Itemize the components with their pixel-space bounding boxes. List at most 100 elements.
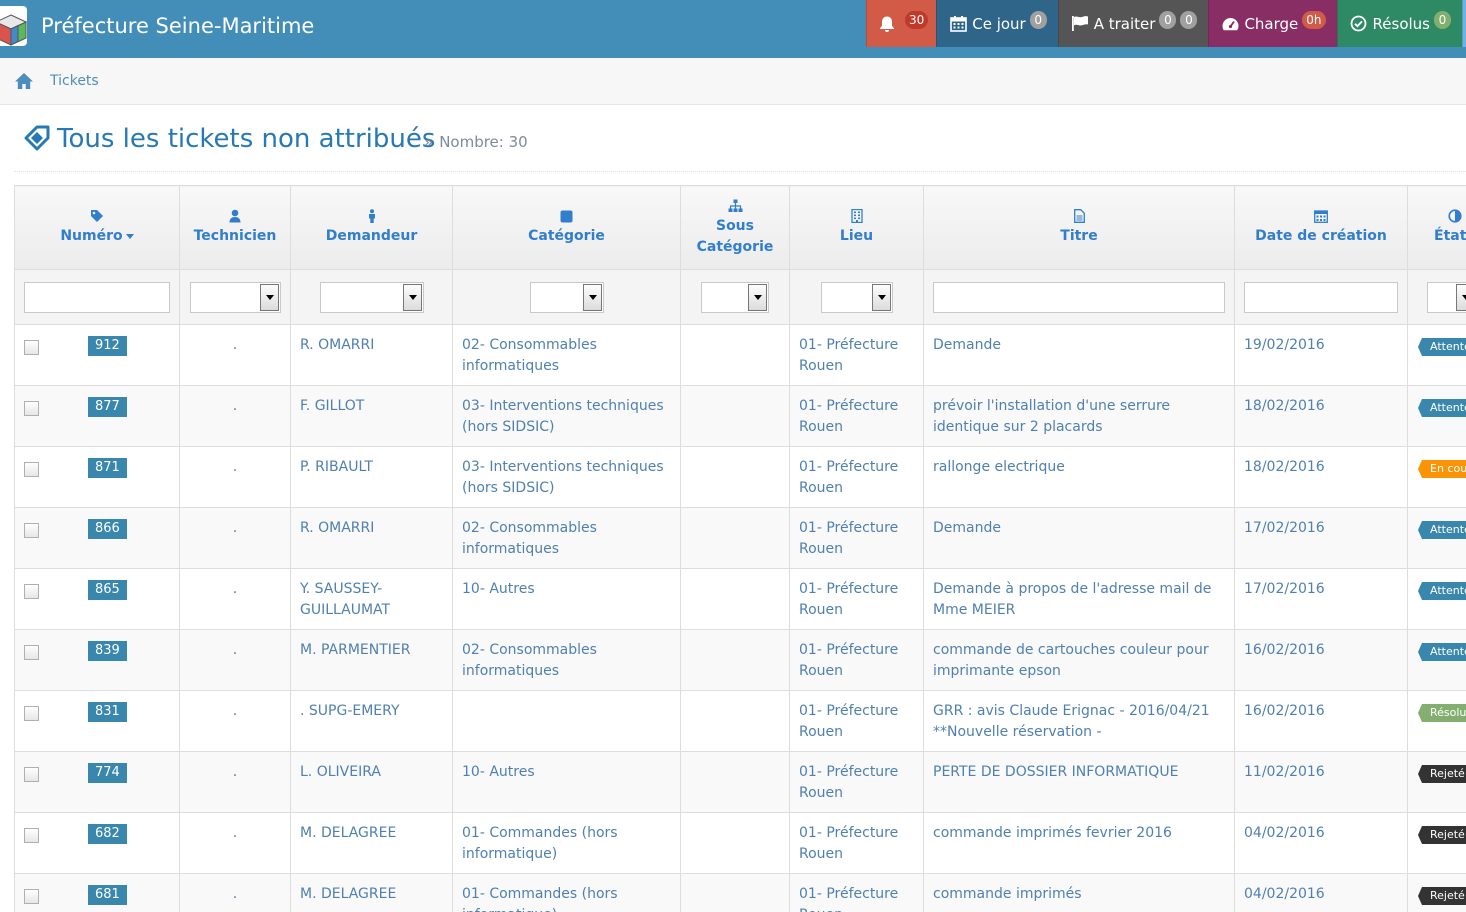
cell-demandeur[interactable]: Y. SAUSSEY-GUILLAUMAT — [290, 568, 453, 630]
cell-categorie[interactable]: 02- Consommables informatiques — [452, 629, 681, 691]
cell-demandeur[interactable]: . SUPG-EMERY — [290, 690, 453, 752]
cell-categorie[interactable]: 02- Consommables informatiques — [452, 507, 681, 569]
ticket-number-badge[interactable]: 682 — [88, 824, 127, 844]
cell-demandeur[interactable]: R. OMARRI — [290, 507, 453, 569]
cell-lieu[interactable]: 01- Préfecture Rouen — [789, 507, 924, 569]
cell-demandeur[interactable]: P. RIBAULT — [290, 446, 453, 508]
breadcrumb-tickets-link[interactable]: Tickets — [50, 71, 99, 91]
table-row[interactable]: 865. Y. SAUSSEY-GUILLAUMAT 10- Autres 01- P… — [14, 568, 1466, 630]
ticket-number-badge[interactable]: 877 — [88, 397, 127, 417]
cell-categorie[interactable]: 01- Commandes (hors informatique) — [452, 873, 681, 912]
cell-demandeur[interactable]: M. DELAGREE — [290, 812, 453, 874]
row-select-checkbox[interactable] — [24, 645, 39, 660]
cell-lieu[interactable]: 01- Préfecture Rouen — [789, 690, 924, 752]
cell-categorie[interactable]: 01- Commandes (hors informatique) — [452, 812, 681, 874]
cell-titre[interactable]: commande imprimés fevrier 2016 — [923, 812, 1235, 874]
cell-lieu[interactable]: 01- Préfecture Rouen — [789, 629, 924, 691]
ticket-number-badge[interactable]: 681 — [88, 885, 127, 905]
bell-icon — [877, 14, 897, 34]
ticket-number-badge[interactable]: 871 — [88, 458, 127, 478]
row-select-checkbox[interactable] — [24, 401, 39, 416]
table-row[interactable]: 682. M. DELAGREE 01- Commandes (hors infor… — [14, 812, 1466, 874]
column-label: Lieu — [839, 228, 874, 244]
categorie-filter-select[interactable] — [529, 281, 604, 313]
column-header-sous-categorie[interactable]: Sous Catégorie — [680, 185, 790, 270]
cell-lieu[interactable]: 01- Préfecture Rouen — [789, 324, 924, 386]
column-header-titre[interactable]: Titre — [923, 185, 1235, 270]
cell-lieu[interactable]: 01- Préfecture Rouen — [789, 446, 924, 508]
todo-button[interactable]: A traiter 0 0 — [1057, 0, 1209, 47]
numero-filter-input[interactable] — [24, 281, 170, 313]
app-title[interactable]: Préfecture Seine-Maritime — [41, 12, 314, 40]
cell-lieu[interactable]: 01- Préfecture Rouen — [789, 568, 924, 630]
app-logo-cube-icon[interactable] — [0, 6, 27, 46]
cell-demandeur[interactable]: M. PARMENTIER — [290, 629, 453, 691]
table-row[interactable]: 912. R. OMARRI 02- Consommables informatiq… — [14, 324, 1466, 386]
cell-categorie[interactable]: 03- Interventions techniques (hors SIDSI… — [452, 446, 681, 508]
column-header-date[interactable]: Date de création — [1234, 185, 1408, 270]
cell-demandeur[interactable]: L. OLIVEIRA — [290, 751, 453, 813]
row-select-checkbox[interactable] — [24, 584, 39, 599]
cell-categorie[interactable] — [452, 690, 681, 752]
ticket-number-badge[interactable]: 866 — [88, 519, 127, 539]
table-row[interactable]: 681.M. DELAGREE01- Commandes (hors infor… — [14, 873, 1466, 912]
row-select-checkbox[interactable] — [24, 462, 39, 477]
cell-demandeur[interactable]: R. OMARRI — [290, 324, 453, 386]
row-select-checkbox[interactable] — [24, 889, 39, 904]
cell-lieu[interactable]: 01- Préfecture Rouen — [789, 385, 924, 447]
ticket-number-badge[interactable]: 865 — [88, 580, 127, 600]
load-button[interactable]: Charge 0h — [1208, 0, 1337, 47]
column-header-categorie[interactable]: Catégorie — [452, 185, 681, 270]
home-icon[interactable] — [14, 72, 34, 94]
column-header-etat[interactable]: État — [1407, 185, 1466, 270]
cell-categorie[interactable]: 02- Consommables informatiques — [452, 324, 681, 386]
lieu-filter-select[interactable] — [820, 281, 893, 313]
cell-lieu[interactable]: 01- Préfecture Rouen — [789, 812, 924, 874]
cell-lieu[interactable]: 01- Préfecture Rouen — [789, 873, 924, 912]
ticket-number-badge[interactable]: 774 — [88, 763, 127, 783]
cell-titre[interactable]: commande de cartouches couleur pour impr… — [923, 629, 1235, 691]
cell-titre[interactable]: Demande — [923, 324, 1235, 386]
table-row[interactable]: 871. P. RIBAULT 03- Interventions techniqu… — [14, 446, 1466, 508]
cell-titre[interactable]: commande imprimés — [923, 873, 1235, 912]
demandeur-filter-select[interactable] — [319, 281, 424, 313]
cell-titre[interactable]: GRR : avis Claude Erignac - 2016/04/21 *… — [923, 690, 1235, 752]
row-select-checkbox[interactable] — [24, 523, 39, 538]
notifications-button[interactable]: 30 — [865, 0, 937, 47]
cell-titre[interactable]: PERTE DE DOSSIER INFORMATIQUE — [923, 751, 1235, 813]
table-row[interactable]: 774. L. OLIVEIRA 10- Autres 01- Préfecture … — [14, 751, 1466, 813]
column-header-demandeur[interactable]: Demandeur — [290, 185, 453, 270]
column-header-technicien[interactable]: Technicien — [179, 185, 291, 270]
resolved-button[interactable]: Résolus 0 — [1336, 0, 1462, 47]
ticket-number-badge[interactable]: 839 — [88, 641, 127, 661]
today-button[interactable]: Ce jour 0 — [936, 0, 1058, 47]
cell-lieu[interactable]: 01- Préfecture Rouen — [789, 751, 924, 813]
cell-categorie[interactable]: 03- Interventions techniques (hors SIDSI… — [452, 385, 681, 447]
table-row[interactable]: 831.. SUPG-EMERY 01- Préfecture Rouen GRR … — [14, 690, 1466, 752]
sous-categorie-filter-select[interactable] — [701, 281, 769, 313]
column-header-lieu[interactable]: Lieu — [789, 185, 924, 270]
cell-demandeur[interactable]: M. DELAGREE — [290, 873, 453, 912]
row-select-checkbox[interactable] — [24, 828, 39, 843]
cell-categorie[interactable]: 10- Autres — [452, 751, 681, 813]
cell-titre[interactable]: Demande — [923, 507, 1235, 569]
row-select-checkbox[interactable] — [24, 340, 39, 355]
table-row[interactable]: 877. F. GILLOT 03- Interventions technique… — [14, 385, 1466, 447]
table-row[interactable]: 839. M. PARMENTIER 02- Consommables inform… — [14, 629, 1466, 691]
row-select-checkbox[interactable] — [24, 767, 39, 782]
etat-filter-select[interactable] — [1427, 281, 1466, 313]
user-menu-edge[interactable] — [1462, 0, 1466, 47]
date-filter-input[interactable] — [1244, 281, 1398, 313]
ticket-number-badge[interactable]: 831 — [88, 702, 127, 722]
titre-filter-input[interactable] — [933, 281, 1225, 313]
row-select-checkbox[interactable] — [24, 706, 39, 721]
cell-titre[interactable]: rallonge electrique — [923, 446, 1235, 508]
cell-titre[interactable]: prévoir l'installation d'une serrure ide… — [923, 385, 1235, 447]
cell-categorie[interactable]: 10- Autres — [452, 568, 681, 630]
table-row[interactable]: 866. R. OMARRI 02- Consommables informatiq… — [14, 507, 1466, 569]
cell-titre[interactable]: Demande à propos de l'adresse mail de Mm… — [923, 568, 1235, 630]
column-header-numero[interactable]: Numéro — [14, 185, 180, 270]
technicien-filter-select[interactable] — [189, 281, 281, 313]
ticket-number-badge[interactable]: 912 — [88, 336, 127, 356]
cell-demandeur[interactable]: F. GILLOT — [290, 385, 453, 447]
